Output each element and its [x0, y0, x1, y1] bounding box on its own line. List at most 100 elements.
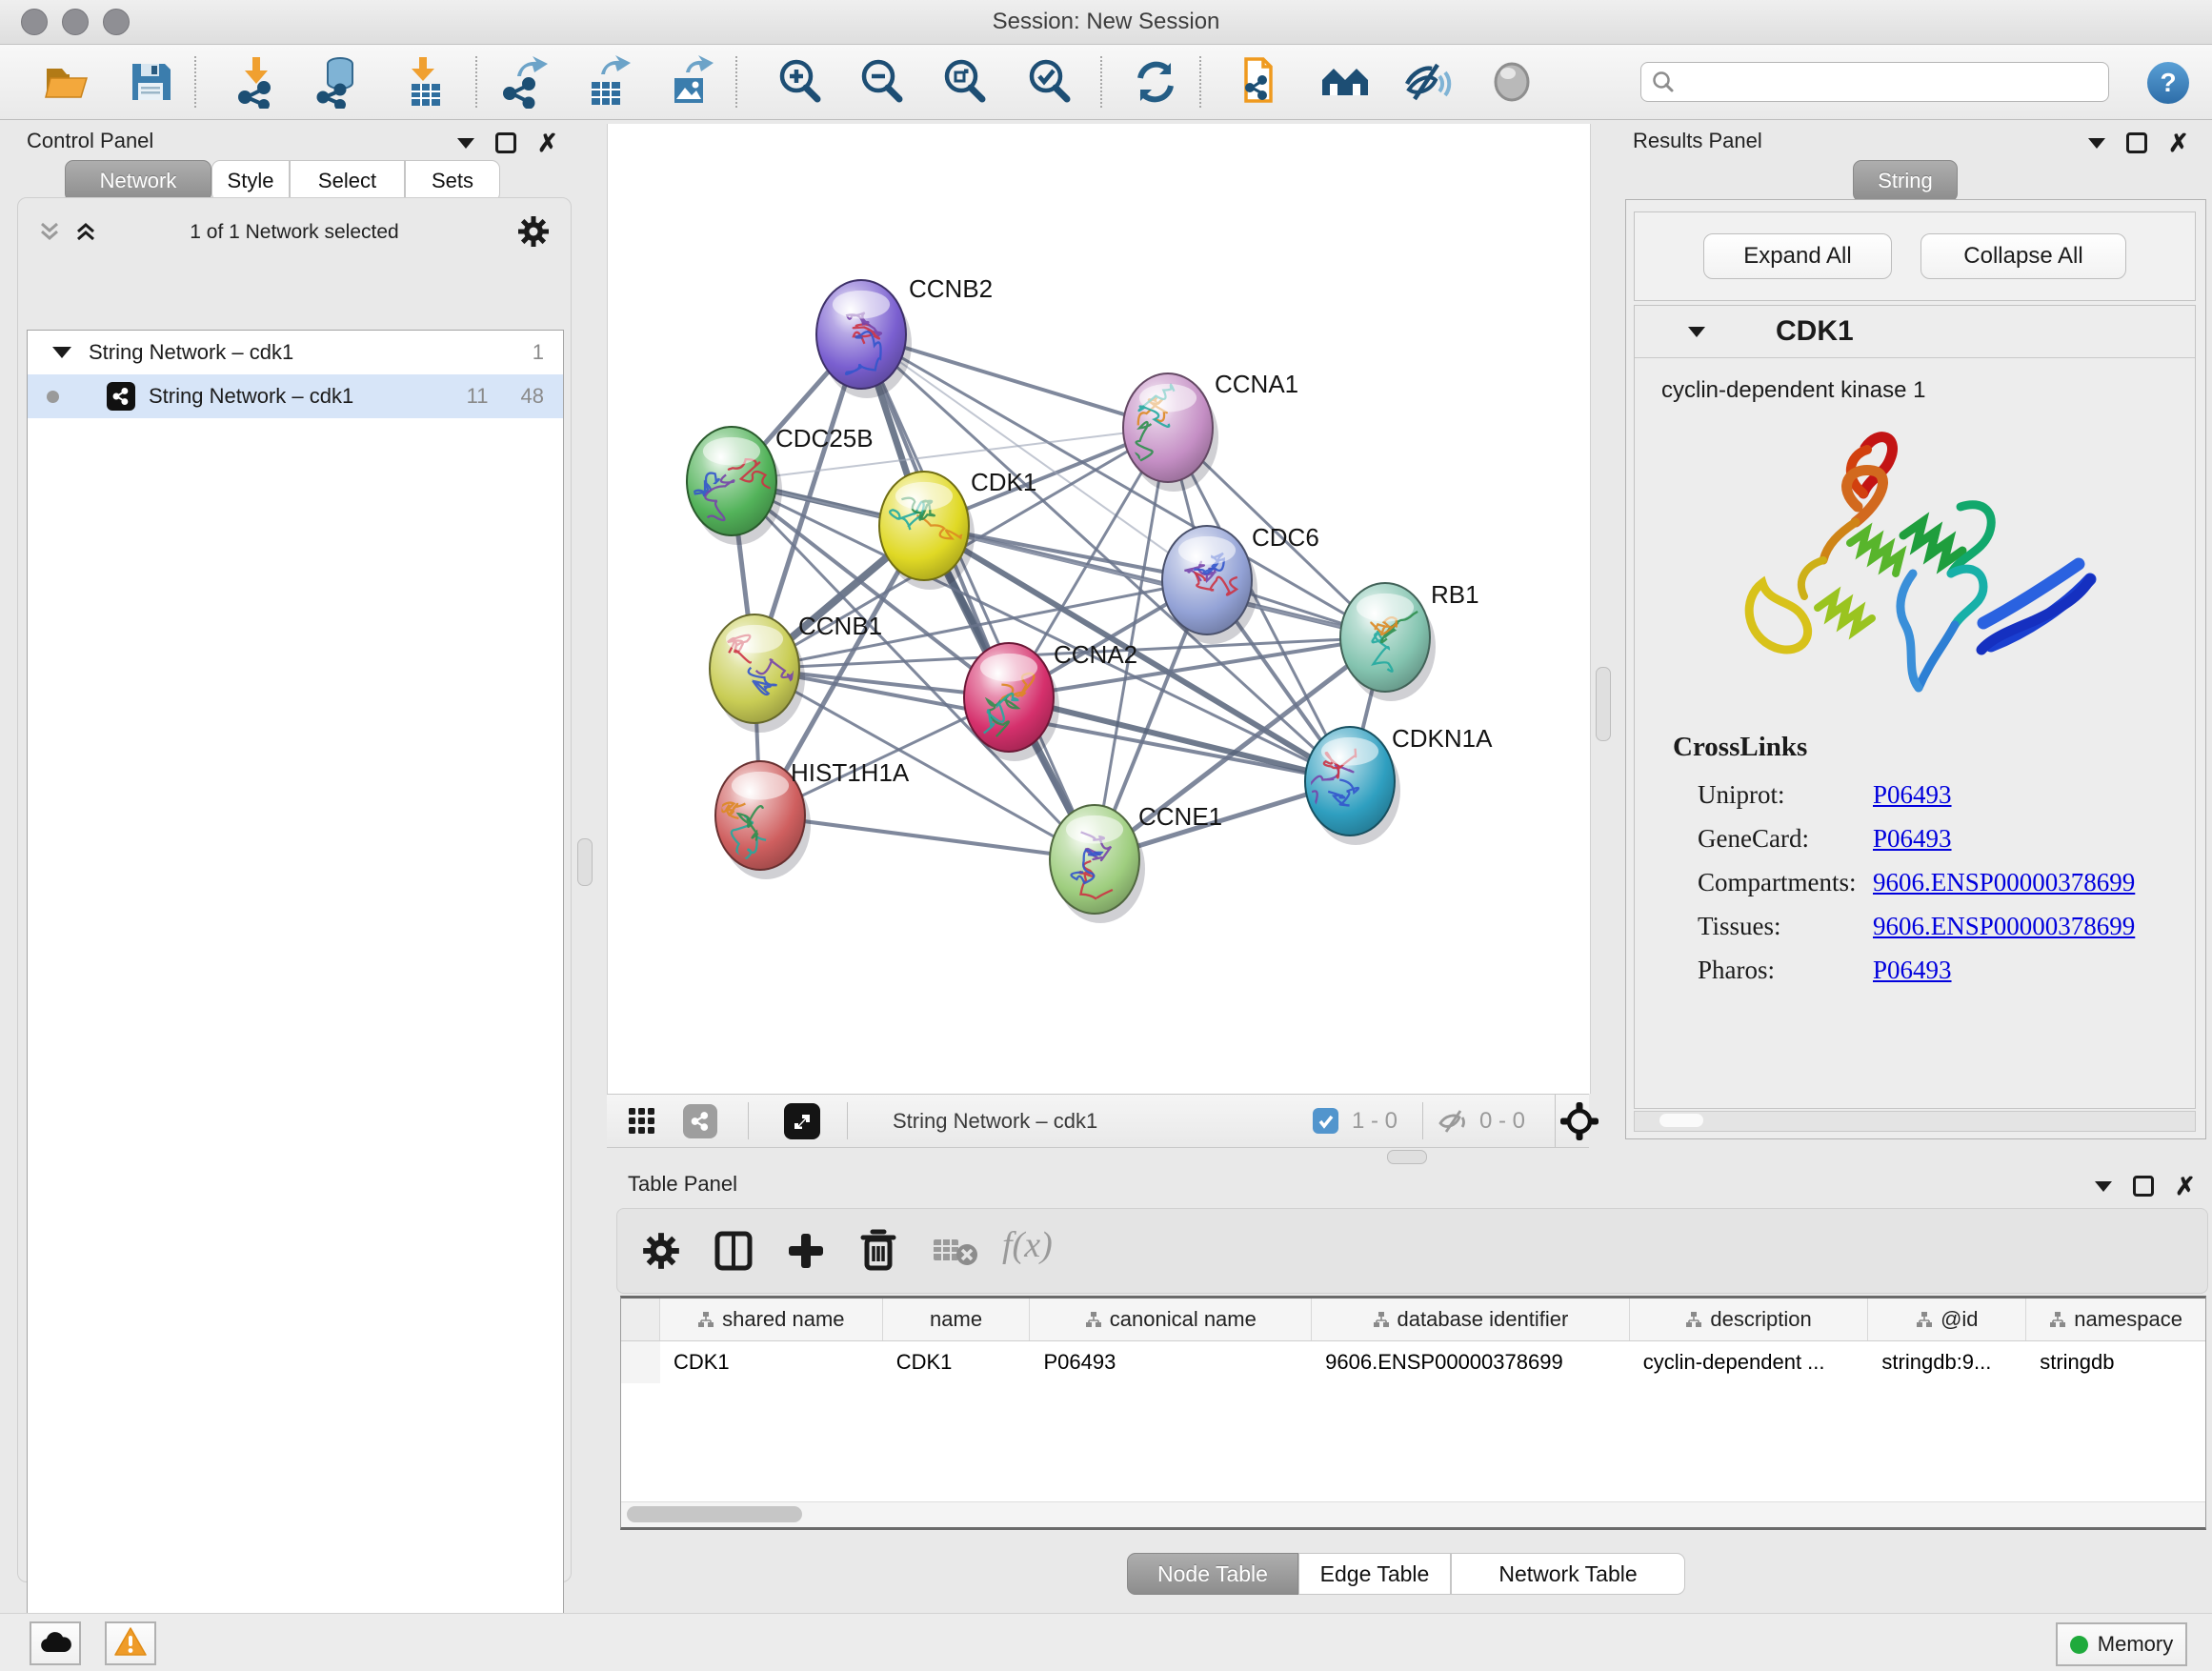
- cloud-status-button[interactable]: [30, 1621, 81, 1665]
- export-image-icon[interactable]: [663, 55, 716, 109]
- control-panel-title: Control Panel: [27, 129, 153, 153]
- show-columns-icon[interactable]: [713, 1230, 754, 1277]
- cell-at-id[interactable]: stringdb:9...: [1868, 1341, 2026, 1383]
- crosslink-link[interactable]: P06493: [1873, 824, 1952, 853]
- scrollbar-thumb[interactable]: [627, 1506, 802, 1522]
- results-panel-splitter-handle[interactable]: [1596, 667, 1611, 741]
- warnings-button[interactable]: [105, 1621, 156, 1665]
- zoom-in-icon[interactable]: [774, 55, 827, 109]
- zoom-out-icon[interactable]: [855, 55, 909, 109]
- export-table-icon[interactable]: [580, 55, 633, 109]
- results-horizontal-scrollbar[interactable]: [1634, 1111, 2196, 1132]
- crosslink-link[interactable]: 9606.ENSP00000378699: [1873, 912, 2135, 940]
- maximize-panel-icon[interactable]: [495, 132, 516, 153]
- table-options-gear-icon[interactable]: [642, 1232, 680, 1275]
- tab-network[interactable]: Network: [65, 160, 211, 202]
- string-results-body: Expand All Collapse All CDK1 cyclin-depe…: [1625, 199, 2206, 1139]
- create-column-plus-icon[interactable]: [785, 1230, 827, 1277]
- memory-button[interactable]: Memory: [2056, 1622, 2187, 1666]
- control-panel-splitter-handle[interactable]: [577, 838, 593, 886]
- import-table-file-icon[interactable]: [398, 55, 452, 109]
- float-panel-icon[interactable]: [2095, 1181, 2112, 1192]
- collapse-all-button[interactable]: Collapse All: [1920, 233, 2126, 279]
- network-node-count: 11: [467, 384, 489, 409]
- selected-checkbox-icon[interactable]: [1313, 1108, 1338, 1134]
- network-view-share-icon[interactable]: [683, 1104, 717, 1138]
- toolbar-separator: [735, 56, 737, 108]
- float-panel-icon[interactable]: [2088, 138, 2105, 149]
- cloud-icon: [38, 1629, 72, 1659]
- tab-select[interactable]: Select: [290, 160, 405, 202]
- close-panel-icon[interactable]: ✗: [537, 132, 558, 153]
- close-panel-icon[interactable]: ✗: [2168, 132, 2189, 153]
- table-row[interactable]: CDK1 CDK1 P06493 9606.ENSP00000378699 cy…: [621, 1341, 2205, 1383]
- network-options-gear-icon[interactable]: [517, 215, 550, 252]
- column-header-namespace[interactable]: namespace: [2026, 1299, 2205, 1340]
- zoom-selected-icon[interactable]: [1023, 55, 1076, 109]
- string-home-icon[interactable]: [1318, 55, 1372, 109]
- table-horizontal-scrollbar[interactable]: [621, 1501, 2205, 1527]
- crosslink-link[interactable]: 9606.ENSP00000378699: [1873, 868, 2135, 896]
- delete-table-icon-disabled[interactable]: [932, 1236, 979, 1273]
- cell-name[interactable]: CDK1: [883, 1341, 1031, 1383]
- column-header-canonical-name[interactable]: canonical name: [1030, 1299, 1312, 1340]
- crosslink-label: Pharos:: [1698, 948, 1873, 992]
- cell-canonical-name[interactable]: P06493: [1031, 1341, 1313, 1383]
- cell-namespace[interactable]: stringdb: [2026, 1341, 2205, 1383]
- open-session-icon[interactable]: [40, 55, 93, 109]
- column-header-at-id[interactable]: @id: [1868, 1299, 2026, 1340]
- table-toolbar: f(x): [616, 1208, 2208, 1294]
- scrollbar-thumb[interactable]: [1659, 1114, 1703, 1127]
- collection-expand-caret[interactable]: [52, 347, 71, 358]
- protein-description: cyclin-dependent kinase 1: [1635, 358, 2195, 404]
- network-collection-row[interactable]: String Network – cdk1 1: [28, 331, 563, 374]
- hide-glass-pane-icon[interactable]: [1401, 55, 1455, 109]
- cell-description[interactable]: cyclin-dependent ...: [1630, 1341, 1869, 1383]
- tab-network-table[interactable]: Network Table: [1451, 1553, 1685, 1595]
- string-network-graph[interactable]: CCNB2CCNA1CDC25BCDK1CDC6RB1CCNB1CCNA2CDK…: [608, 124, 1590, 1094]
- import-network-file-icon[interactable]: [231, 55, 285, 109]
- hidden-eye-slash-icon[interactable]: [1438, 1107, 1470, 1140]
- grid-view-icon[interactable]: [628, 1107, 656, 1140]
- show-glass-pane-icon[interactable]: [1485, 55, 1538, 109]
- cell-shared-name[interactable]: CDK1: [660, 1341, 883, 1383]
- crosslink-link[interactable]: P06493: [1873, 780, 1952, 809]
- expand-all-button[interactable]: Expand All: [1703, 233, 1892, 279]
- save-session-icon[interactable]: [124, 55, 177, 109]
- column-header-description[interactable]: description: [1630, 1299, 1869, 1340]
- delete-column-trash-icon[interactable]: [857, 1228, 899, 1277]
- update-network-icon[interactable]: [1129, 55, 1182, 109]
- network-canvas[interactable]: CCNB2CCNA1CDC25BCDK1CDC6RB1CCNB1CCNA2CDK…: [607, 124, 1591, 1094]
- maximize-panel-icon[interactable]: [2133, 1176, 2154, 1197]
- svg-text:RB1: RB1: [1431, 580, 1479, 609]
- network-row-selected[interactable]: String Network – cdk1 11 48: [28, 374, 563, 418]
- import-string-file-icon[interactable]: [1233, 55, 1286, 109]
- cell-database-identifier[interactable]: 9606.ENSP00000378699: [1312, 1341, 1630, 1383]
- tab-node-table[interactable]: Node Table: [1127, 1553, 1298, 1595]
- help-button[interactable]: ?: [2147, 62, 2189, 104]
- maximize-panel-icon[interactable]: [2126, 132, 2147, 153]
- network-view-toolbar: String Network – cdk1 1 - 0 0 - 0: [607, 1094, 1589, 1148]
- fit-selected-crosshair-icon[interactable]: [1559, 1101, 1599, 1146]
- tab-string[interactable]: String: [1853, 160, 1958, 202]
- table-panel-splitter-handle[interactable]: [1387, 1150, 1427, 1164]
- import-network-database-icon[interactable]: [312, 55, 365, 109]
- main-toolbar: ?: [0, 45, 2212, 120]
- crosslink-link[interactable]: P06493: [1873, 956, 1952, 984]
- export-network-icon[interactable]: [498, 55, 552, 109]
- tab-edge-table[interactable]: Edge Table: [1298, 1553, 1451, 1595]
- search-input[interactable]: [1683, 69, 2097, 95]
- close-panel-icon[interactable]: ✗: [2175, 1176, 2196, 1197]
- tab-style[interactable]: Style: [211, 160, 290, 202]
- function-builder-fx-icon[interactable]: f(x): [1002, 1224, 1053, 1266]
- results-panel-controls: ✗: [2088, 132, 2189, 153]
- tab-sets[interactable]: Sets: [405, 160, 500, 202]
- float-panel-icon[interactable]: [457, 138, 474, 149]
- column-header-database-identifier[interactable]: database identifier: [1312, 1299, 1630, 1340]
- column-header-shared-name[interactable]: shared name: [660, 1299, 883, 1340]
- birds-eye-view-icon[interactable]: [784, 1103, 820, 1139]
- section-collapse-caret[interactable]: [1688, 327, 1705, 337]
- zoom-fit-icon[interactable]: [938, 55, 992, 109]
- column-header-name[interactable]: name: [883, 1299, 1031, 1340]
- protein-section-header[interactable]: CDK1: [1635, 306, 2195, 358]
